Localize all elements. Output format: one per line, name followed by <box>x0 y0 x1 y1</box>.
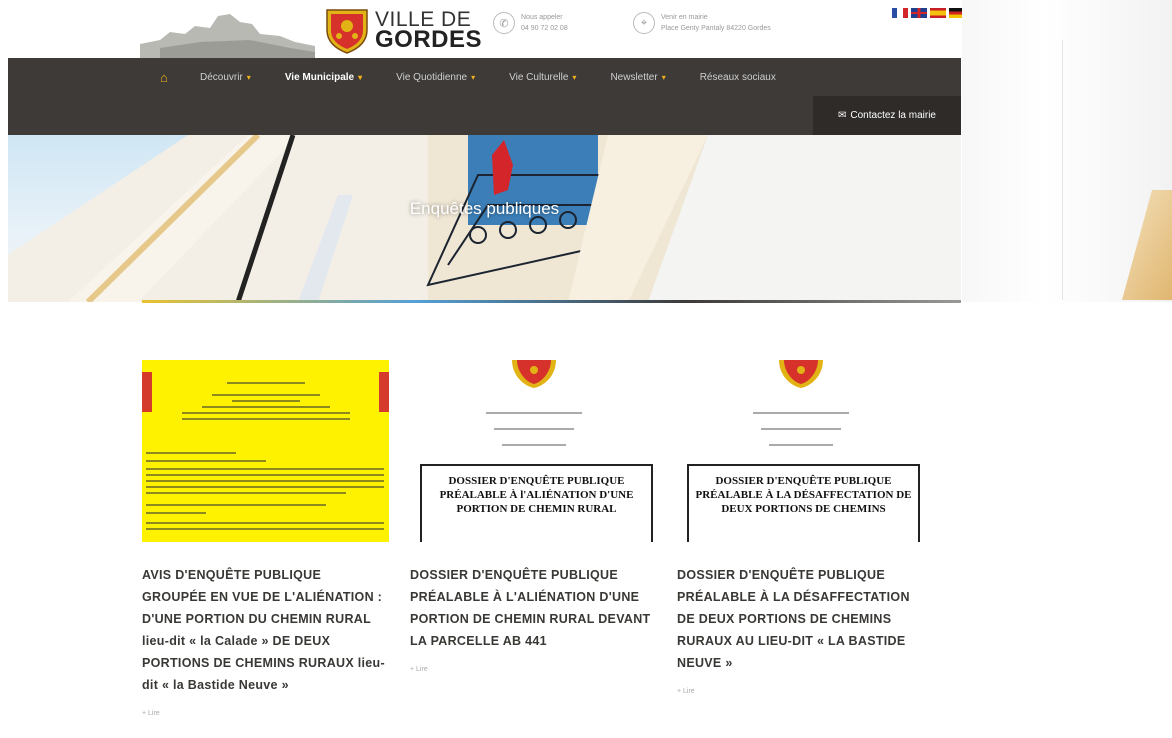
read-more-link[interactable]: + Lire <box>410 666 657 673</box>
village-silhouette-image <box>140 14 315 60</box>
chevron-down-icon: ▾ <box>661 72 666 82</box>
gordes-crest-icon <box>778 360 823 388</box>
phone-icon: ✆ <box>493 12 515 34</box>
article-thumbnail[interactable] <box>142 360 389 542</box>
read-more-link[interactable]: + Lire <box>142 710 389 717</box>
article-thumbnail[interactable]: DOSSIER D'ENQUÊTE PUBLIQUE PRÉALABLE À l… <box>410 360 657 542</box>
address-label: Venir en mairie <box>661 14 708 21</box>
home-icon[interactable]: ⌂ <box>160 70 200 85</box>
main-navigation: ⌂ Découvrir ▾ Vie Municipale ▾ Vie Quotidi… <box>8 58 961 135</box>
article-title[interactable]: DOSSIER D'ENQUÊTE PUBLIQUE PRÉALABLE À L… <box>410 564 657 652</box>
color-strip <box>142 300 961 303</box>
article-title[interactable]: DOSSIER D'ENQUÊTE PUBLIQUE PRÉALABLE À L… <box>677 564 924 674</box>
address-value: Place Genty Pantaly 84220 Gordes <box>661 25 771 32</box>
language-switcher <box>892 8 965 18</box>
nav-item-newsletter[interactable]: Newsletter ▾ <box>610 72 665 83</box>
nav-item-vie-culturelle[interactable]: Vie Culturelle ▾ <box>509 72 576 83</box>
read-more-link[interactable]: + Lire <box>677 688 924 695</box>
chevron-down-icon: ▾ <box>358 72 363 82</box>
gordes-crest-icon <box>326 9 368 54</box>
document-cover-title: DOSSIER D'ENQUÊTE PUBLIQUE PRÉALABLE À l… <box>420 464 653 542</box>
address-contact[interactable]: ⌖ Venir en mairie Place Genty Pantaly 84… <box>633 12 771 34</box>
hero-banner: Enquêtes publiques <box>8 135 961 302</box>
envelope-icon: ✉ <box>838 110 847 121</box>
notice-document-image <box>142 372 389 530</box>
chevron-down-icon: ▾ <box>572 72 577 82</box>
background-photo-edge <box>962 0 1172 302</box>
uk-flag-icon[interactable] <box>911 8 927 18</box>
contact-mairie-label: Contactez la mairie <box>850 110 936 121</box>
article-card[interactable]: AVIS D'ENQUÊTE PUBLIQUE GROUPÉE EN VUE D… <box>142 360 389 717</box>
contact-mairie-button[interactable]: ✉ Contactez la mairie <box>813 96 961 135</box>
phone-label: Nous appeler <box>521 14 563 21</box>
phone-value: 04 90 72 02 08 <box>521 25 568 32</box>
chevron-down-icon: ▾ <box>246 72 251 82</box>
article-thumbnail[interactable]: DOSSIER D'ENQUÊTE PUBLIQUE PRÉALABLE À L… <box>677 360 924 542</box>
article-card[interactable]: DOSSIER D'ENQUÊTE PUBLIQUE PRÉALABLE À L… <box>677 360 924 695</box>
location-pin-icon: ⌖ <box>633 12 655 34</box>
document-cover-title: DOSSIER D'ENQUÊTE PUBLIQUE PRÉALABLE À L… <box>687 464 920 542</box>
article-card[interactable]: DOSSIER D'ENQUÊTE PUBLIQUE PRÉALABLE À l… <box>410 360 657 673</box>
nav-item-decouvrir[interactable]: Découvrir ▾ <box>200 72 251 83</box>
nav-item-reseaux-sociaux[interactable]: Réseaux sociaux <box>700 72 776 83</box>
chevron-down-icon: ▾ <box>471 72 476 82</box>
nav-item-vie-municipale[interactable]: Vie Municipale ▾ <box>285 72 362 83</box>
site-logo[interactable]: VILLE DE GORDES <box>325 6 482 54</box>
article-title[interactable]: AVIS D'ENQUÊTE PUBLIQUE GROUPÉE EN VUE D… <box>142 564 389 696</box>
logo-line-2: GORDES <box>375 26 483 53</box>
fr-flag-icon[interactable] <box>892 8 908 18</box>
hero-title: Enquêtes publiques <box>409 199 560 218</box>
es-flag-icon[interactable] <box>930 8 946 18</box>
nav-item-vie-quotidienne[interactable]: Vie Quotidienne ▾ <box>396 72 475 83</box>
phone-contact[interactable]: ✆ Nous appeler 04 90 72 02 08 <box>493 12 568 34</box>
gordes-crest-icon <box>511 360 556 388</box>
